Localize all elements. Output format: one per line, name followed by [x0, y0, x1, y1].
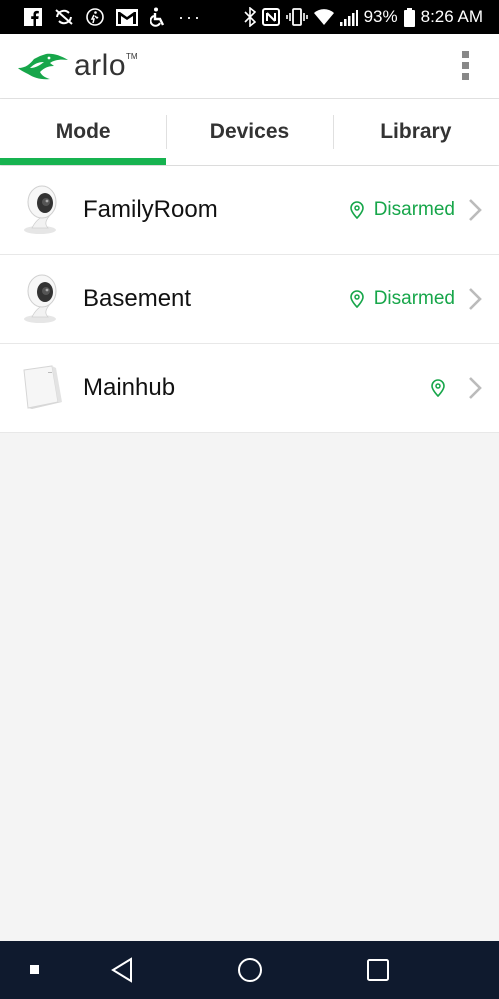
device-list: FamilyRoom Disarmed Basement Disarmed Ma…: [0, 166, 499, 433]
sync-off-icon: [54, 8, 74, 26]
location-pin-icon: [349, 290, 364, 308]
device-row-mainhub[interactable]: Mainhub: [0, 344, 499, 433]
device-status-label: Disarmed: [373, 199, 455, 220]
battery-percent: 93%: [363, 7, 398, 26]
gmail-icon: [116, 8, 138, 26]
status-bar: ··· 93% 8:26 AM: [0, 0, 499, 34]
device-status: Disarmed: [349, 199, 455, 221]
camera-thumbnail: [24, 274, 57, 323]
system-nav-bar: [0, 941, 499, 999]
accessibility-icon: [150, 7, 166, 27]
device-row-familyroom[interactable]: FamilyRoom Disarmed: [0, 166, 499, 255]
recents-dot-icon[interactable]: [22, 941, 48, 999]
chevron-right-icon: [469, 288, 482, 310]
app-header: arlo TM: [0, 34, 499, 99]
device-name: Mainhub: [83, 374, 176, 401]
arlo-logo: arlo TM: [16, 50, 138, 82]
chevron-right-icon: [469, 377, 482, 399]
tab-bar: Mode Devices Library: [0, 99, 499, 165]
brand-name: arlo: [74, 49, 127, 82]
home-icon[interactable]: [228, 941, 272, 999]
device-name: FamilyRoom: [83, 196, 218, 223]
nfc-icon: [261, 8, 280, 26]
location-pin-icon: [349, 201, 364, 219]
device-status: Disarmed: [349, 288, 455, 310]
tab-library[interactable]: Library: [332, 99, 499, 165]
signal-icon: [339, 9, 358, 26]
camera-thumbnail: [24, 185, 57, 234]
battery-icon: [403, 7, 415, 27]
device-name: Basement: [83, 285, 192, 312]
facebook-icon: [24, 8, 42, 26]
hub-thumbnail: [23, 365, 62, 409]
tab-mode[interactable]: Mode: [0, 99, 167, 165]
device-status-label: Disarmed: [373, 288, 455, 309]
chevron-right-icon: [469, 199, 482, 221]
activity-icon: [86, 8, 104, 26]
trademark: TM: [126, 52, 138, 61]
device-row-basement[interactable]: Basement Disarmed: [0, 255, 499, 344]
tab-devices[interactable]: Devices: [166, 99, 332, 165]
bluetooth-icon: [244, 7, 256, 27]
wifi-icon: [313, 9, 334, 25]
device-status: [431, 379, 455, 397]
status-overflow: ···: [178, 6, 202, 27]
overview-icon[interactable]: [356, 941, 400, 999]
vibrate-icon: [285, 8, 308, 26]
back-icon[interactable]: [100, 941, 144, 999]
more-vert-icon[interactable]: [459, 51, 471, 83]
clock: 8:26 AM: [420, 7, 483, 26]
arlo-bird-icon: [18, 53, 68, 80]
location-pin-icon: [431, 379, 445, 397]
